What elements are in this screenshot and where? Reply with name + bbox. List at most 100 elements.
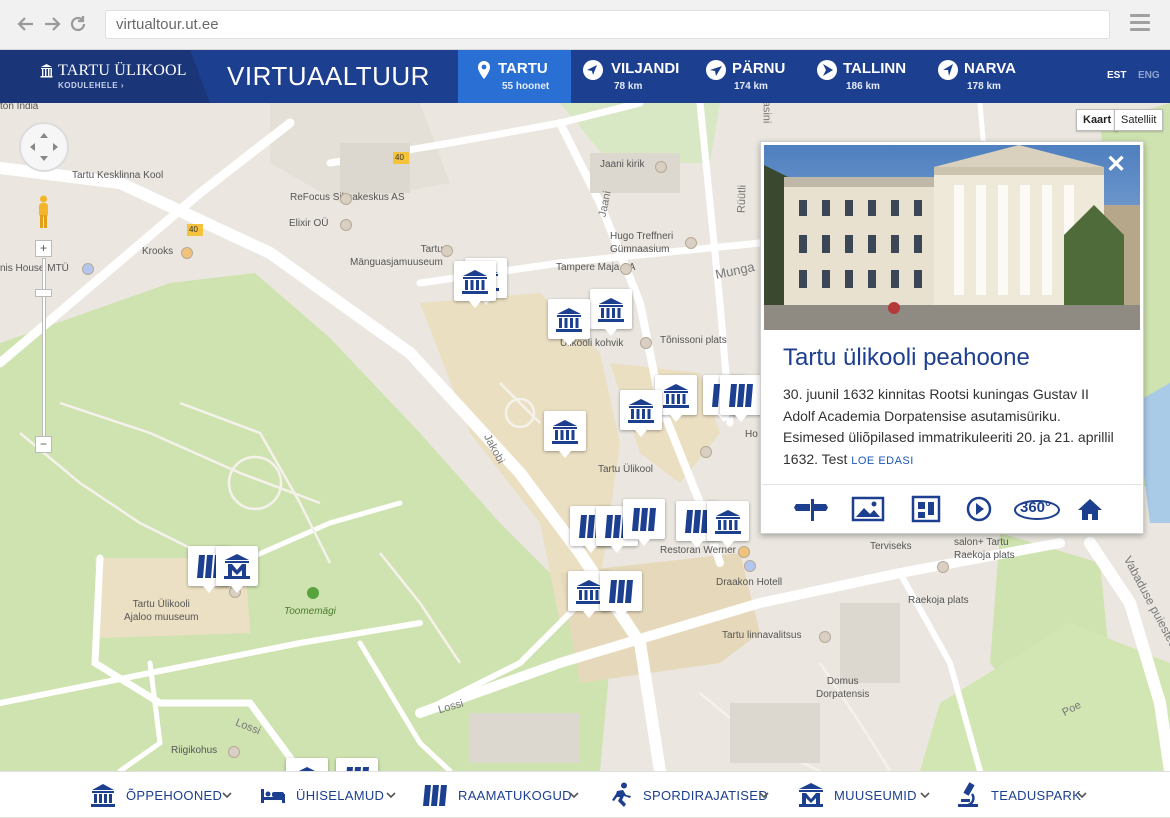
pan-control[interactable] bbox=[19, 122, 69, 172]
museum-poi-icon[interactable] bbox=[819, 631, 831, 643]
books-icon bbox=[729, 384, 753, 407]
map-label: Tartu Ülikooli Ajaloo muuseum bbox=[124, 599, 199, 623]
building-marker[interactable] bbox=[590, 289, 632, 336]
building-marker[interactable] bbox=[620, 390, 662, 437]
building-marker[interactable] bbox=[544, 411, 586, 458]
homepage-link[interactable]: KODULEHELE › bbox=[58, 81, 124, 90]
restaurant-poi-icon[interactable] bbox=[738, 546, 750, 558]
map-type-map-button[interactable]: Kaart bbox=[1076, 109, 1119, 131]
building-columns-icon bbox=[715, 510, 741, 534]
direction-arrow-icon bbox=[583, 60, 603, 80]
city-distance: 174 km bbox=[734, 81, 768, 92]
poi-icon[interactable] bbox=[340, 219, 352, 231]
map-type-satellite-button[interactable]: Satelliit bbox=[1114, 109, 1164, 131]
map-label: Raekoja plats bbox=[908, 595, 969, 606]
poi-icon[interactable] bbox=[937, 561, 949, 573]
map-pin-icon bbox=[478, 61, 490, 79]
city-name: TALLINN bbox=[843, 60, 907, 77]
city-name: PÄRNU bbox=[732, 60, 786, 77]
back-arrow-icon[interactable] bbox=[16, 14, 36, 34]
city-distance: 55 hoonet bbox=[502, 81, 550, 92]
map-label: ton India bbox=[0, 103, 39, 112]
library-marker[interactable] bbox=[720, 375, 762, 422]
category-label: ÜHISELAMUD bbox=[296, 788, 385, 803]
library-marker[interactable] bbox=[623, 499, 665, 546]
address-bar[interactable]: virtualtour.ut.ee bbox=[105, 10, 1110, 39]
museum-marker[interactable] bbox=[216, 546, 258, 593]
category-label: TEADUSPARK bbox=[991, 788, 1082, 803]
poi-icon[interactable] bbox=[744, 560, 756, 572]
zoom-in-button[interactable]: + bbox=[35, 240, 52, 257]
map-label: Tartu linnavalitsus bbox=[722, 630, 802, 641]
street-view-pegman-icon[interactable] bbox=[36, 195, 51, 229]
books-icon bbox=[423, 785, 447, 806]
church-poi-icon[interactable] bbox=[655, 161, 667, 173]
category-label: RAAMATUKOGUD bbox=[458, 788, 572, 803]
hamburger-menu-icon[interactable] bbox=[1130, 14, 1150, 34]
museum-icon bbox=[224, 554, 250, 579]
home-icon[interactable] bbox=[1072, 495, 1108, 523]
divider bbox=[762, 484, 1142, 485]
school-poi-icon[interactable] bbox=[640, 337, 652, 349]
language-eng[interactable]: ENG bbox=[1138, 70, 1160, 81]
tab-narva[interactable]: NARVA 178 km bbox=[926, 50, 1046, 103]
category-label: MUUSEUMID bbox=[834, 788, 917, 803]
library-marker[interactable] bbox=[600, 571, 642, 618]
tab-tartu[interactable]: TARTU 55 hoonet bbox=[458, 50, 571, 103]
street-label: Rüütli bbox=[735, 184, 749, 214]
logo-title: TARTU ÜLIKOOL bbox=[58, 62, 187, 79]
road-number-label: 40 bbox=[189, 225, 198, 234]
poi-icon[interactable] bbox=[82, 263, 94, 275]
category-bar: ÕPPEHOONED ÜHISELAMUD RAAMATUKOGUD SPORD… bbox=[0, 771, 1170, 817]
map-label: Draakon Hotell bbox=[716, 577, 783, 588]
school-poi-icon[interactable] bbox=[685, 237, 697, 249]
language-est[interactable]: EST bbox=[1107, 70, 1126, 81]
building-columns-icon bbox=[576, 580, 602, 604]
museum-poi-icon[interactable] bbox=[441, 245, 453, 257]
building-marker[interactable] bbox=[707, 501, 749, 548]
poi-icon[interactable] bbox=[340, 193, 352, 205]
direction-arrow-icon bbox=[706, 60, 726, 80]
building-marker[interactable] bbox=[286, 758, 328, 771]
zoom-out-button[interactable]: − bbox=[35, 436, 52, 453]
restaurant-poi-icon[interactable] bbox=[181, 247, 193, 259]
play-video-icon[interactable] bbox=[961, 495, 997, 523]
category-label: ÕPPEHOONED bbox=[126, 788, 223, 803]
tab-tallinn[interactable]: TALLINN 186 km bbox=[805, 50, 925, 103]
city-name: VILJANDI bbox=[611, 60, 680, 77]
floor-plan-icon[interactable] bbox=[908, 495, 944, 523]
close-icon[interactable]: ✕ bbox=[1104, 153, 1128, 177]
zoom-slider-handle[interactable] bbox=[35, 289, 52, 297]
chevron-down-icon bbox=[386, 792, 396, 799]
zoom-slider[interactable] bbox=[42, 258, 46, 448]
hotel-poi-icon[interactable] bbox=[620, 263, 632, 275]
university-logo[interactable]: TARTU ÜLIKOOL KODULEHELE › bbox=[0, 50, 210, 103]
museum-poi-icon[interactable] bbox=[228, 746, 240, 758]
forward-arrow-icon[interactable] bbox=[42, 14, 62, 34]
directions-signpost-icon[interactable] bbox=[794, 495, 830, 523]
building-marker[interactable] bbox=[454, 261, 496, 308]
panorama-360-button[interactable]: 360° bbox=[1013, 495, 1061, 523]
building-columns-icon bbox=[628, 399, 654, 423]
university-crest-icon bbox=[40, 64, 53, 78]
library-marker[interactable] bbox=[336, 758, 378, 771]
gallery-icon[interactable] bbox=[850, 495, 886, 523]
map-label: Domus Dorpatensis bbox=[816, 676, 870, 700]
chevron-down-icon bbox=[1077, 792, 1087, 799]
hotel-poi-icon[interactable] bbox=[700, 446, 712, 458]
direction-arrow-icon bbox=[817, 60, 837, 80]
read-more-link[interactable]: LOE EDASI bbox=[851, 455, 914, 467]
tab-parnu[interactable]: PÄRNU 174 km bbox=[694, 50, 804, 103]
map-label: Toomemägi bbox=[284, 606, 336, 617]
tab-viljandi[interactable]: VILJANDI 78 km bbox=[571, 50, 691, 103]
city-distance: 78 km bbox=[614, 81, 643, 92]
reload-icon[interactable] bbox=[68, 14, 88, 34]
map-canvas[interactable]: 40 40 ton India Jaani kirik Tartu Keskli… bbox=[0, 103, 1170, 771]
map-label: Jaani kirik bbox=[600, 159, 645, 170]
building-marker[interactable] bbox=[548, 299, 590, 346]
map-label: Tõnissoni plats bbox=[660, 335, 727, 346]
city-name: TARTU bbox=[498, 60, 548, 77]
map-label: Terviseks bbox=[870, 541, 912, 552]
browser-toolbar: virtualtour.ut.ee bbox=[0, 0, 1170, 50]
books-icon bbox=[346, 767, 369, 771]
